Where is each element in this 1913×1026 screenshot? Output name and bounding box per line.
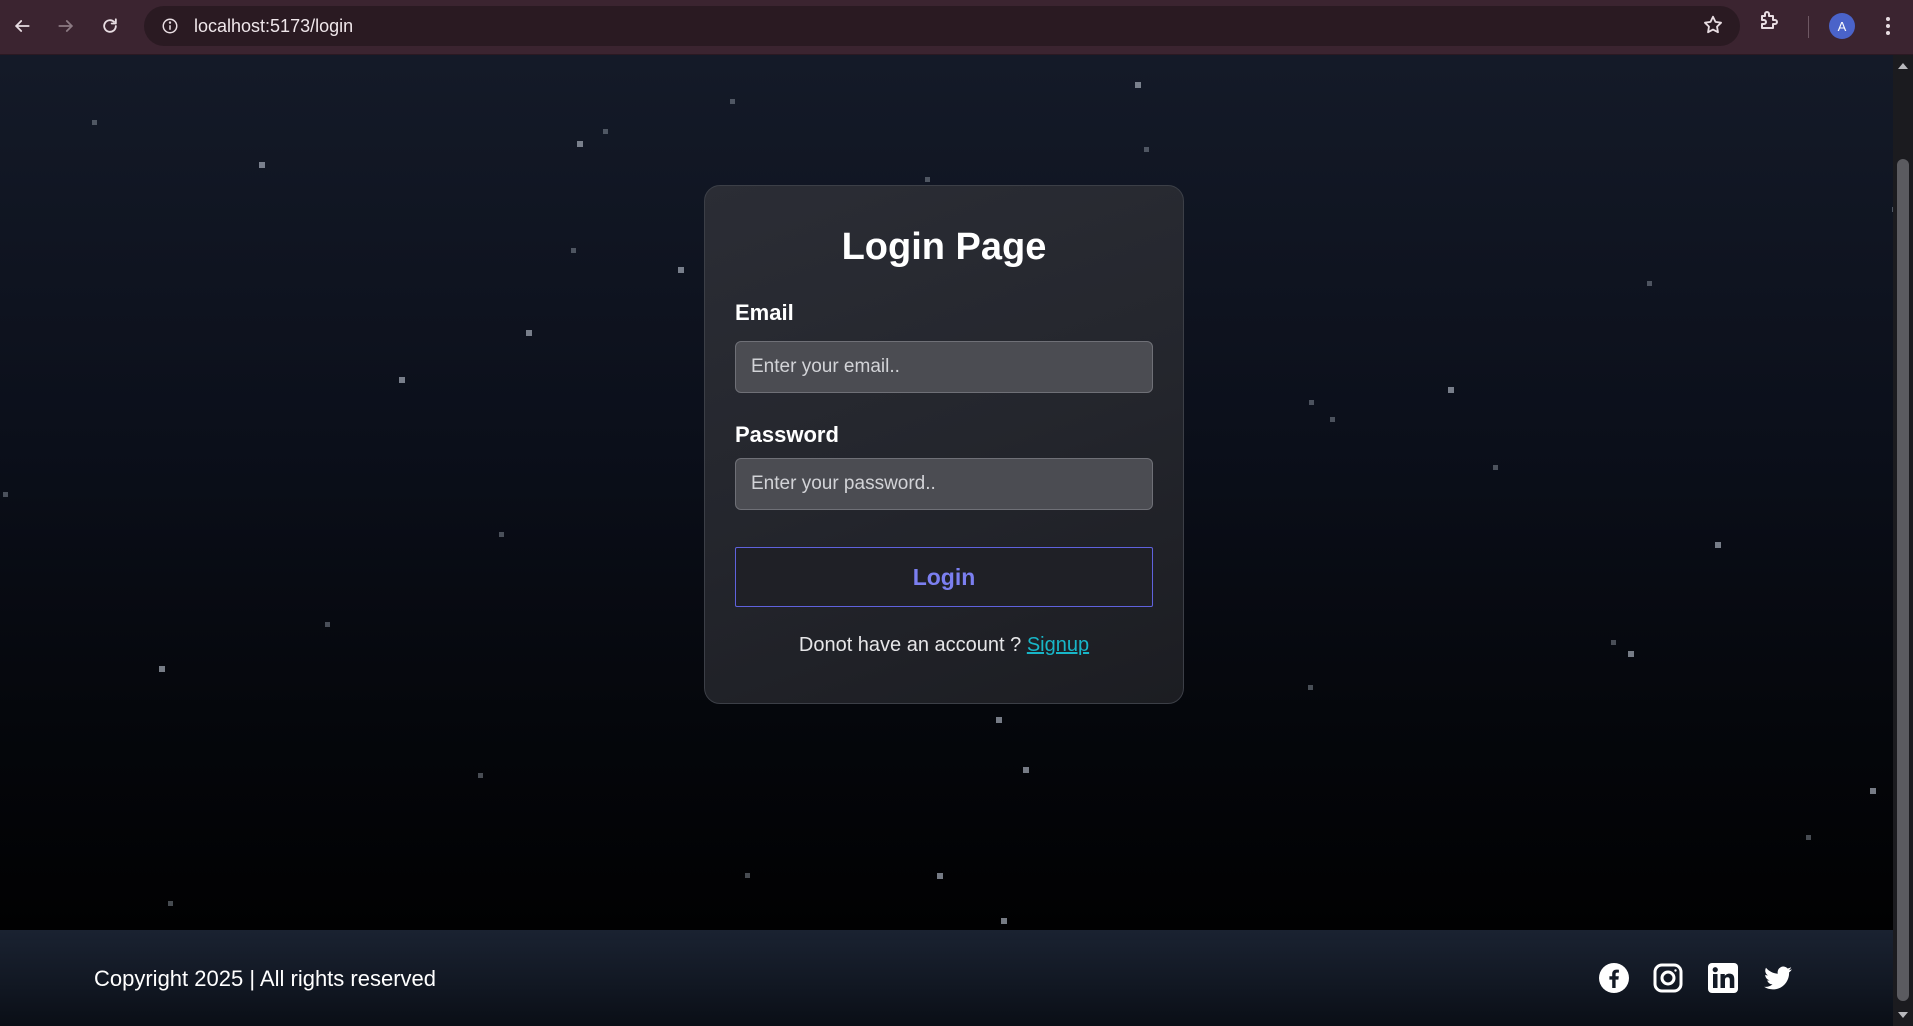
copyright-text: Copyright 2025 | All rights reserved: [94, 966, 436, 991]
star-dot: [168, 901, 173, 906]
instagram-icon[interactable]: [1652, 962, 1684, 994]
page-scrollbar[interactable]: [1893, 55, 1913, 1026]
forward-arrow-icon[interactable]: [44, 4, 88, 48]
star-dot: [1715, 542, 1721, 548]
signup-link[interactable]: Signup: [1027, 634, 1089, 656]
browser-toolbar: localhost:5173/login A: [0, 0, 1913, 55]
star-dot: [925, 177, 930, 182]
star-dot: [571, 248, 576, 253]
signup-prompt: Donot have an account ?: [798, 634, 1022, 656]
star-dot: [499, 532, 504, 537]
star-dot: [603, 129, 608, 134]
star-dot: [259, 162, 265, 168]
facebook-icon[interactable]: [1598, 962, 1630, 994]
password-field[interactable]: [735, 458, 1153, 510]
star-dot: [1870, 788, 1876, 794]
reload-icon[interactable]: [88, 4, 132, 48]
signup-row: Donot have an account ? Signup: [705, 634, 1183, 657]
login-button[interactable]: Login: [735, 547, 1153, 607]
star-dot: [730, 99, 735, 104]
star-dot: [1647, 281, 1652, 286]
star-dot: [1308, 685, 1313, 690]
star-dot: [1144, 147, 1149, 152]
star-dot: [745, 873, 750, 878]
star-dot: [159, 666, 165, 672]
star-dot: [996, 717, 1002, 723]
scroll-down-arrow-icon[interactable]: [1898, 1012, 1908, 1018]
star-dot: [1493, 465, 1498, 470]
star-dot: [1023, 767, 1029, 773]
star-dot: [92, 120, 97, 125]
star-dot: [1611, 640, 1616, 645]
star-dot: [3, 492, 8, 497]
page-title: Login Page: [841, 226, 1047, 268]
star-dot: [1448, 387, 1454, 393]
back-arrow-icon[interactable]: [0, 4, 44, 48]
page-background: Login Page Email Password Login Donot ha…: [0, 55, 1893, 930]
toolbar-divider: [1808, 16, 1809, 38]
email-label: Email: [735, 300, 794, 325]
profile-avatar[interactable]: A: [1829, 13, 1855, 39]
star-dot: [1135, 82, 1141, 88]
url-text[interactable]: localhost:5173/login: [194, 16, 353, 37]
star-dot: [325, 622, 330, 627]
star-dot: [526, 330, 532, 336]
star-dot: [937, 873, 943, 879]
footer: Copyright 2025 | All rights reserved: [0, 930, 1893, 1026]
star-dot: [1001, 918, 1007, 924]
twitter-icon[interactable]: [1762, 962, 1794, 994]
star-dot: [1330, 417, 1335, 422]
scroll-thumb[interactable]: [1897, 159, 1909, 1001]
password-label: Password: [735, 422, 839, 447]
address-bar[interactable]: localhost:5173/login: [144, 6, 1740, 46]
kebab-menu-icon[interactable]: [1876, 14, 1900, 43]
star-dot: [1628, 651, 1634, 657]
bookmark-star-icon[interactable]: [1702, 14, 1724, 41]
star-dot: [1309, 400, 1314, 405]
star-dot: [1806, 835, 1811, 840]
scroll-up-arrow-icon[interactable]: [1898, 63, 1908, 69]
star-dot: [478, 773, 483, 778]
star-dot: [678, 267, 684, 273]
star-dot: [399, 377, 405, 383]
star-dot: [577, 141, 583, 147]
email-field[interactable]: [735, 341, 1153, 393]
login-card: Login Page Email Password Login Donot ha…: [704, 185, 1184, 704]
site-info-icon[interactable]: [150, 6, 190, 46]
linkedin-icon[interactable]: [1707, 962, 1739, 994]
extensions-puzzle-icon[interactable]: [1757, 8, 1781, 37]
